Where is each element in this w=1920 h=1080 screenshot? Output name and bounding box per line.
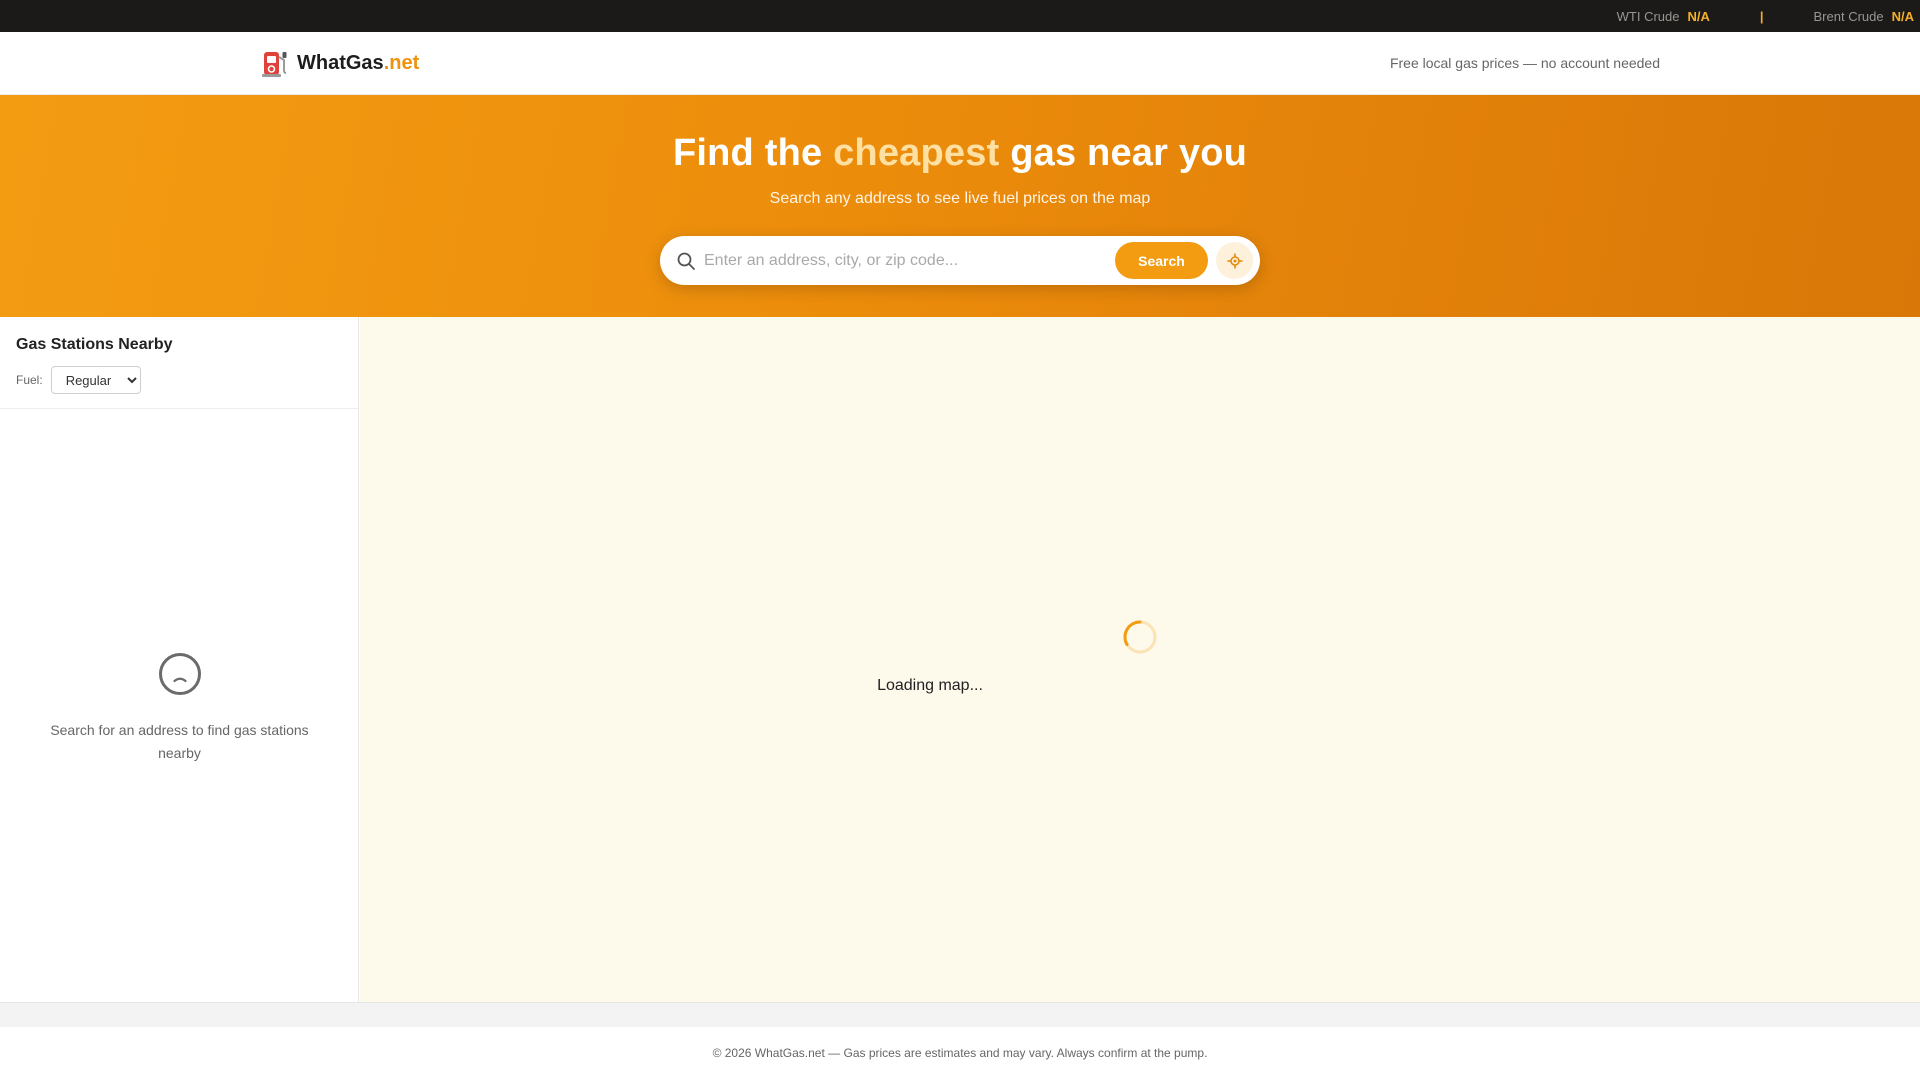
fuel-type-select[interactable]: Regular bbox=[50, 366, 141, 394]
site-footer: © 2026 WhatGas.net — Gas prices are esti… bbox=[0, 1027, 1920, 1080]
address-search-input[interactable] bbox=[704, 246, 1104, 275]
hero-section: Find the cheapest gas near you Search an… bbox=[0, 95, 1920, 317]
fuel-filter-row: Fuel: Regular bbox=[16, 366, 342, 394]
search-button[interactable]: Search bbox=[1115, 242, 1208, 279]
fuel-pump-icon bbox=[262, 52, 287, 77]
hero-title-highlight: cheapest bbox=[833, 132, 1000, 174]
sad-face-icon bbox=[158, 653, 201, 695]
hero-title-part1: Find the bbox=[672, 132, 834, 174]
header-tagline: Free local gas prices — no account neede… bbox=[1389, 55, 1660, 71]
sidebar-header: Gas Stations Nearby Fuel: Regular bbox=[0, 317, 358, 409]
crosshair-locate-icon bbox=[1227, 253, 1242, 268]
wti-crude-value: N/A bbox=[1687, 8, 1710, 24]
brand-name: WhatGas bbox=[297, 51, 384, 74]
use-my-location-button[interactable] bbox=[1216, 242, 1253, 279]
empty-state: Search for an address to find gas statio… bbox=[0, 652, 359, 765]
hero-title-part2: gas near you bbox=[999, 132, 1248, 174]
sidebar-title: Gas Stations Nearby bbox=[16, 336, 173, 353]
brent-crude-value: N/A bbox=[1891, 8, 1914, 24]
loading-spinner-icon bbox=[1123, 620, 1157, 654]
site-header: WhatGas.net Free local gas prices — no a… bbox=[0, 32, 1920, 95]
ticker-separator: | bbox=[1759, 8, 1764, 24]
wti-crude-ticker: WTI Crude N/A bbox=[1617, 9, 1710, 24]
market-ticker-bar: WTI Crude N/A | Brent Crude N/A bbox=[0, 0, 1920, 32]
map-loading-text: Loading map... bbox=[877, 677, 983, 694]
footer-text: © 2026 WhatGas.net — Gas prices are esti… bbox=[712, 1046, 1208, 1060]
site-logo[interactable]: WhatGas.net bbox=[261, 48, 419, 78]
map-area[interactable]: Loading map... bbox=[360, 317, 1920, 1002]
wti-crude-label: WTI Crude bbox=[1616, 8, 1680, 24]
search-icon bbox=[677, 252, 695, 270]
hero-title: Find the cheapest gas near you bbox=[0, 132, 1920, 175]
address-search-bar: Search bbox=[660, 236, 1260, 285]
empty-state-message: Search for an address to find gas statio… bbox=[50, 722, 309, 761]
fuel-label: Fuel: bbox=[16, 373, 43, 387]
footer-divider-band bbox=[0, 1002, 1920, 1027]
brent-crude-ticker: Brent Crude N/A bbox=[1814, 9, 1914, 24]
brand-domain: .net bbox=[383, 51, 420, 74]
hero-subtitle: Search any address to see live fuel pric… bbox=[769, 190, 1151, 207]
stations-sidebar: Gas Stations Nearby Fuel: Regular Search… bbox=[0, 317, 359, 1002]
brent-crude-label: Brent Crude bbox=[1813, 8, 1884, 24]
